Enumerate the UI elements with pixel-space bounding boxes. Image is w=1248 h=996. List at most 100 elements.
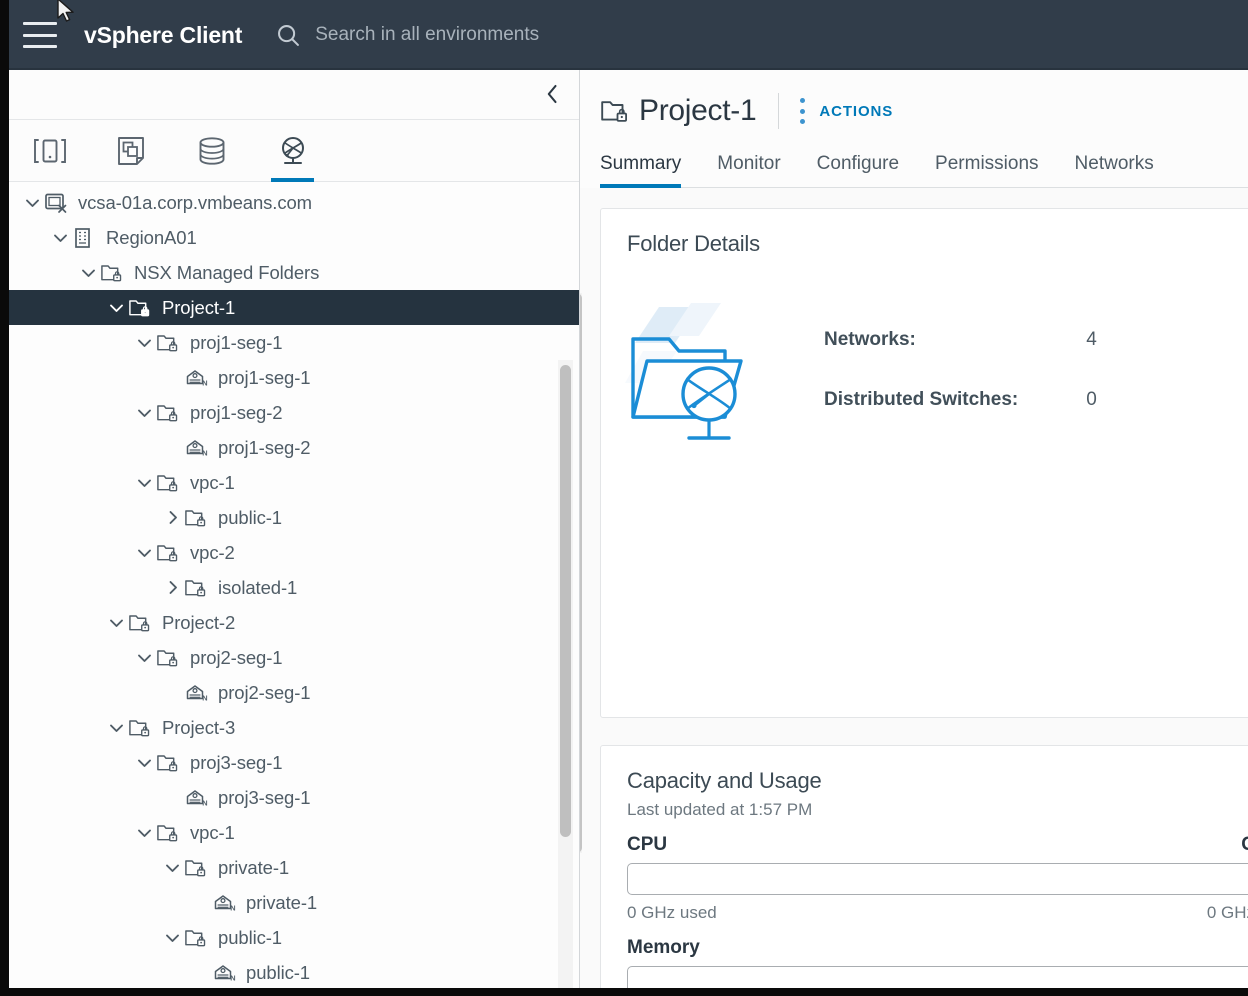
tree-item-vcsa-01a-corp-vmbeans-com[interactable]: vcsa-01a.corp.vmbeans.com: [9, 185, 579, 220]
chevron-right-icon[interactable]: [163, 578, 182, 597]
chevron-down-icon[interactable]: [135, 648, 154, 667]
chevron-down-icon[interactable]: [135, 543, 154, 562]
tree-item-project-2[interactable]: Project-2: [9, 605, 579, 640]
tree-item-public-1[interactable]: public-1: [9, 920, 579, 955]
tree-twisty[interactable]: [77, 262, 99, 284]
global-search[interactable]: Search in all environments: [275, 22, 539, 49]
folder-detail-value: 0: [1086, 389, 1097, 410]
search-input[interactable]: Search in all environments: [315, 24, 539, 46]
inventory-panel: vcsa-01a.corp.vmbeans.com RegionA01 NSX Ma…: [9, 70, 580, 988]
tree-twisty[interactable]: [189, 962, 211, 984]
tree-item-regiona01[interactable]: RegionA01: [9, 220, 579, 255]
folder-detail-row: Distributed Switches: 0: [824, 389, 1097, 447]
tree-twisty[interactable]: [161, 787, 183, 809]
tree-twisty[interactable]: [105, 612, 127, 634]
network-segment-icon: N: [186, 439, 208, 457]
tab-permissions[interactable]: Permissions: [935, 153, 1038, 188]
tree-item-label: vpc-1: [190, 471, 235, 493]
folder-locked-icon-wrap: [183, 856, 209, 880]
tree-twisty[interactable]: [133, 402, 155, 424]
tree-item-label: RegionA01: [106, 226, 197, 248]
tree-item-public-1[interactable]: Npublic-1: [9, 955, 579, 988]
tree-twisty[interactable]: [21, 192, 43, 214]
chevron-right-icon[interactable]: [163, 508, 182, 527]
inventory-tree[interactable]: vcsa-01a.corp.vmbeans.com RegionA01 NSX Ma…: [9, 182, 579, 988]
svg-text:N: N: [230, 903, 235, 912]
chevron-down-icon[interactable]: [135, 473, 154, 492]
tree-item-public-1[interactable]: public-1: [9, 500, 579, 535]
tree-twisty[interactable]: [49, 227, 71, 249]
chevron-down-icon[interactable]: [107, 613, 126, 632]
sidebar-item-networking[interactable]: [252, 120, 333, 182]
tab-networks[interactable]: Networks: [1075, 153, 1154, 188]
svg-text:N: N: [230, 973, 235, 982]
tree-twisty[interactable]: [105, 717, 127, 739]
folder-detail-key: Networks:: [824, 329, 916, 350]
tree-item-proj2-seg-1[interactable]: Nproj2-seg-1: [9, 675, 579, 710]
tree-twisty[interactable]: [161, 927, 183, 949]
tree-twisty[interactable]: [161, 437, 183, 459]
folder-locked-icon-wrap: [183, 576, 209, 600]
tree-item-isolated-1[interactable]: isolated-1: [9, 570, 579, 605]
tree-item-proj2-seg-1[interactable]: proj2-seg-1: [9, 640, 579, 675]
tree-item-vpc-2[interactable]: vpc-2: [9, 535, 579, 570]
chevron-down-icon[interactable]: [163, 858, 182, 877]
tree-twisty[interactable]: [161, 507, 183, 529]
tree-twisty[interactable]: [133, 752, 155, 774]
chevron-down-icon[interactable]: [135, 333, 154, 352]
chevron-down-icon[interactable]: [107, 718, 126, 737]
tree-twisty[interactable]: [133, 822, 155, 844]
tree-item-nsx-managed-folders[interactable]: NSX Managed Folders: [9, 255, 579, 290]
tab-configure[interactable]: Configure: [817, 153, 899, 188]
tree-item-project-3[interactable]: Project-3: [9, 710, 579, 745]
tab-summary[interactable]: Summary: [600, 153, 682, 188]
tree-twisty[interactable]: [161, 682, 183, 704]
tree-twisty[interactable]: [189, 892, 211, 914]
tree-item-proj3-seg-1[interactable]: proj3-seg-1: [9, 745, 579, 780]
tree-twisty[interactable]: [133, 647, 155, 669]
content-scrollbar-thumb[interactable]: [580, 293, 582, 853]
tree-item-proj1-seg-2[interactable]: Nproj1-seg-2: [9, 430, 579, 465]
tree-item-private-1[interactable]: private-1: [9, 850, 579, 885]
tree-twisty[interactable]: [133, 332, 155, 354]
tree-twisty[interactable]: [161, 577, 183, 599]
actions-button[interactable]: ACTIONS: [819, 103, 893, 120]
hamburger-menu-icon[interactable]: [23, 22, 57, 48]
tree-twisty-spacer: [161, 437, 183, 459]
tree-item-private-1[interactable]: Nprivate-1: [9, 885, 579, 920]
collapse-panel-button[interactable]: [539, 81, 565, 107]
tree-item-proj1-seg-2[interactable]: proj1-seg-2: [9, 395, 579, 430]
tree-item-vpc-1[interactable]: vpc-1: [9, 815, 579, 850]
tree-twisty[interactable]: [133, 542, 155, 564]
vertical-dots-icon[interactable]: [799, 98, 805, 124]
tree-item-label: public-1: [246, 961, 310, 983]
sidebar-item-storage[interactable]: [171, 120, 252, 182]
tab-monitor[interactable]: Monitor: [717, 153, 780, 188]
chevron-down-icon[interactable]: [135, 403, 154, 422]
folder-detail-row: Networks: 4: [824, 329, 1097, 387]
tree-item-proj1-seg-1[interactable]: Nproj1-seg-1: [9, 360, 579, 395]
folder-locked-icon: [157, 404, 178, 421]
tree-twisty[interactable]: [161, 367, 183, 389]
tree-twisty[interactable]: [105, 297, 127, 319]
chevron-down-icon[interactable]: [79, 263, 98, 282]
chevron-down-icon[interactable]: [135, 753, 154, 772]
folder-locked-icon: [129, 614, 150, 631]
sidebar-item-vms-and-templates[interactable]: [90, 120, 171, 182]
chevron-down-icon[interactable]: [135, 823, 154, 842]
chevron-down-icon[interactable]: [163, 928, 182, 947]
tree-item-project-1[interactable]: Project-1: [9, 290, 579, 325]
chevron-down-icon[interactable]: [51, 228, 70, 247]
vcenter-icon-wrap: [43, 191, 69, 215]
tree-item-proj1-seg-1[interactable]: proj1-seg-1: [9, 325, 579, 360]
tree-item-label: vpc-1: [190, 821, 235, 843]
svg-text:N: N: [202, 693, 207, 702]
tree-twisty[interactable]: [161, 857, 183, 879]
sidebar-item-hosts-and-clusters[interactable]: [9, 120, 90, 182]
tree-item-vpc-1[interactable]: vpc-1: [9, 465, 579, 500]
tree-twisty[interactable]: [133, 472, 155, 494]
folder-locked-icon: [129, 299, 150, 316]
chevron-down-icon[interactable]: [107, 298, 126, 317]
tree-item-proj3-seg-1[interactable]: Nproj3-seg-1: [9, 780, 579, 815]
chevron-down-icon[interactable]: [23, 193, 42, 212]
